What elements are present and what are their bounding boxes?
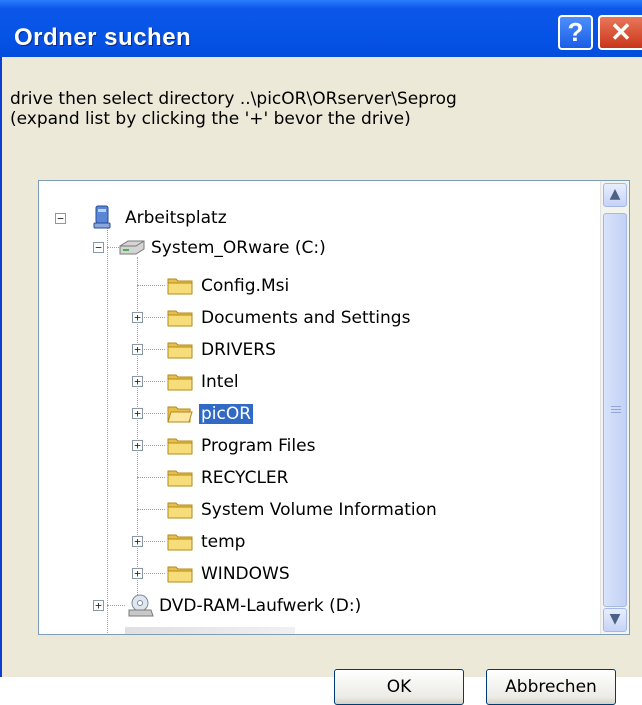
folder-icon xyxy=(167,278,193,295)
expand-toggle[interactable]: + xyxy=(93,600,104,611)
folder-icon xyxy=(167,566,193,583)
tree-item-label: Intel xyxy=(201,372,239,392)
hard-drive-icon xyxy=(119,240,145,255)
dvd-drive-icon xyxy=(128,594,154,617)
grip-line xyxy=(611,412,621,413)
tree-item-label: Arbeitsplatz xyxy=(125,208,227,228)
tree-item-label: Config.Msi xyxy=(201,276,290,296)
expand-toggle[interactable]: + xyxy=(132,536,143,547)
folder-icon xyxy=(167,470,193,487)
tree-item-folder-drivers[interactable]: + DRIVERS xyxy=(39,335,589,365)
expand-toggle[interactable]: + xyxy=(132,568,143,579)
tree-item-label: System_ORware (C:) xyxy=(151,238,326,258)
tree-item-folder-intel[interactable]: + Intel xyxy=(39,367,589,397)
folder-tree[interactable]: − Arbeitsplatz − System_ORware (C:) Conf… xyxy=(38,180,630,635)
expand-toggle[interactable]: + xyxy=(132,408,143,419)
tree-item-folder-documents-and-settings[interactable]: + Documents and Settings xyxy=(39,303,589,333)
folder-icon xyxy=(167,502,193,519)
tree-item-label: DVD-RAM-Laufwerk (D:) xyxy=(159,596,362,616)
expand-toggle[interactable]: + xyxy=(132,376,143,387)
close-button[interactable]: ✕ xyxy=(598,15,642,50)
expand-toggle[interactable]: + xyxy=(132,344,143,355)
tree-item-folder-config-msi[interactable]: Config.Msi xyxy=(39,271,589,301)
tree-line xyxy=(107,605,125,606)
tree-item-folder-picor[interactable]: + picOR xyxy=(39,399,589,429)
collapse-toggle[interactable]: − xyxy=(55,213,66,224)
tree-item-label: Program Files xyxy=(201,436,316,456)
tree-line xyxy=(137,477,165,478)
help-button[interactable]: ? xyxy=(558,15,593,50)
tree-item-label-selected: picOR xyxy=(197,403,255,425)
ok-button[interactable]: OK xyxy=(334,669,464,705)
tree-item-drive-d[interactable]: + DVD-RAM-Laufwerk (D:) xyxy=(39,591,589,621)
grip-line xyxy=(611,409,621,410)
tree-item-label: DRIVERS xyxy=(201,340,276,360)
expand-toggle[interactable]: + xyxy=(132,312,143,323)
tree-item-label: RECYCLER xyxy=(201,468,289,488)
tree-item-folder-system-volume-information[interactable]: System Volume Information xyxy=(39,495,589,525)
scrollbar-thumb[interactable] xyxy=(603,213,627,607)
tree-item-folder-recycler[interactable]: RECYCLER xyxy=(39,463,589,493)
tree-item-folder-temp[interactable]: + temp xyxy=(39,527,589,557)
tree-line xyxy=(137,285,165,286)
instruction-line-1: drive then select directory ..\picOR\ORs… xyxy=(10,89,457,109)
tree-item-label: WINDOWS xyxy=(201,564,290,584)
window-title: Ordner suchen xyxy=(14,24,192,51)
tree-item-label: Documents and Settings xyxy=(201,308,411,328)
folder-icon xyxy=(167,310,193,327)
expand-toggle[interactable]: + xyxy=(132,440,143,451)
tree-item-folder-program-files[interactable]: + Program Files xyxy=(39,431,589,461)
tree-line xyxy=(137,509,165,510)
collapse-toggle[interactable]: − xyxy=(93,242,104,253)
instruction-line-2: (expand list by clicking the '+' bevor t… xyxy=(10,109,411,129)
scroll-up-button[interactable]: ▲ xyxy=(603,183,627,207)
folder-icon xyxy=(167,438,193,455)
folder-icon xyxy=(167,374,193,391)
computer-icon xyxy=(93,205,111,229)
tree-item-arbeitsplatz[interactable]: − Arbeitsplatz xyxy=(39,203,589,233)
open-folder-icon xyxy=(167,406,193,423)
folder-icon xyxy=(167,534,193,551)
tree-item-folder-windows[interactable]: + WINDOWS xyxy=(39,559,589,589)
dialog-body: drive then select directory ..\picOR\ORs… xyxy=(0,57,642,705)
instruction-text: drive then select directory ..\picOR\ORs… xyxy=(10,89,610,129)
cancel-button[interactable]: Abbrechen xyxy=(486,669,616,705)
tree-item-label: temp xyxy=(201,532,246,552)
tree-item-label: System Volume Information xyxy=(201,500,437,520)
folder-browse-dialog: Ordner suchen ? ✕ drive then select dire… xyxy=(0,0,642,705)
tree-item-drive-c[interactable]: − System_ORware (C:) xyxy=(39,233,589,263)
tree-item-partial xyxy=(125,627,295,634)
vertical-scrollbar[interactable]: ▲ ▼ xyxy=(600,181,629,634)
scroll-down-button[interactable]: ▼ xyxy=(603,608,627,632)
folder-icon xyxy=(167,342,193,359)
grip-line xyxy=(611,406,621,407)
